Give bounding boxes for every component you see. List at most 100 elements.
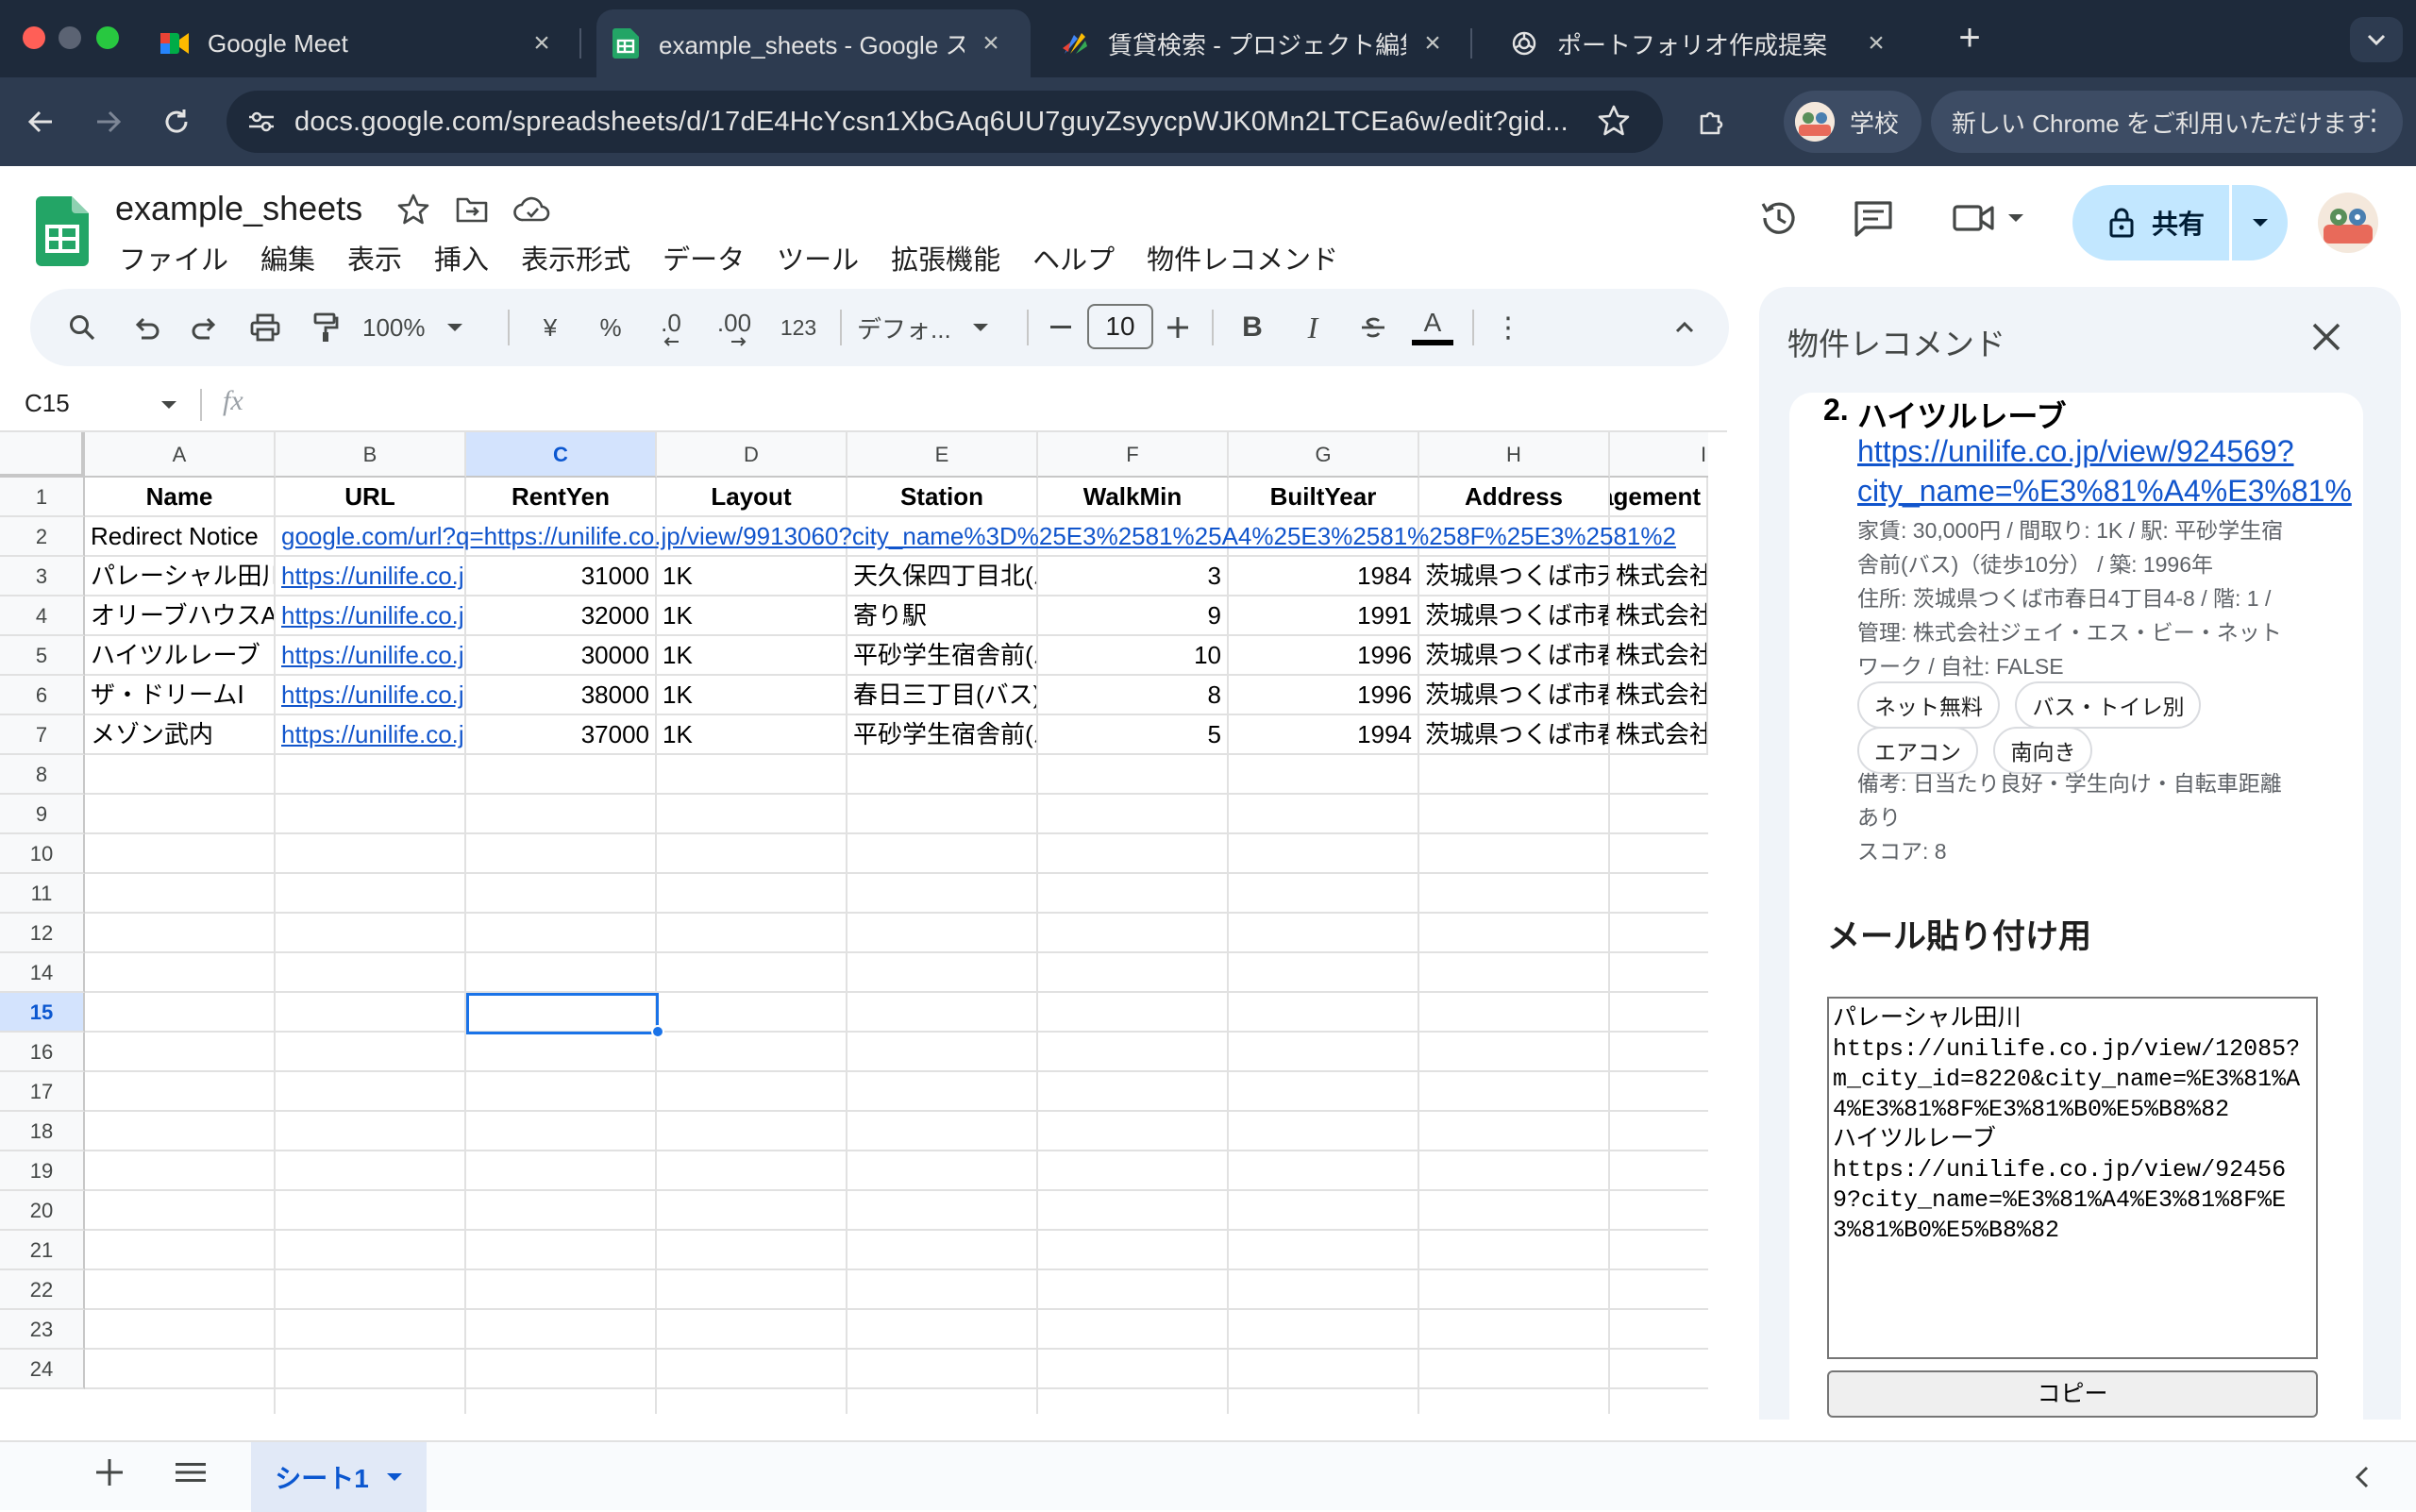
tab-search-button[interactable] (2350, 17, 2403, 62)
url-text[interactable]: docs.google.com/spreadsheets/d/17dE4HcYc… (294, 107, 1569, 138)
row-header[interactable]: 1 (0, 478, 85, 517)
more-formats-button[interactable]: 123 (770, 304, 827, 351)
decrease-decimal-button[interactable]: .0 (646, 304, 696, 351)
row-header[interactable]: 16 (0, 1033, 85, 1072)
tab-example-sheets[interactable]: example_sheets - Google スプ × (596, 9, 1031, 77)
column-header-g[interactable]: G (1229, 432, 1419, 478)
row-header[interactable]: 4 (0, 596, 85, 636)
tab-rental-search[interactable]: 賃貸検索 - プロジェクト編集者 - × (1061, 9, 1472, 77)
cloud-status-icon[interactable] (513, 194, 551, 225)
profile-button[interactable]: 学校 (1784, 91, 1921, 153)
cell[interactable]: Redirect Notice (85, 517, 276, 557)
more-vert-icon[interactable]: ⋮ (2359, 104, 2388, 138)
column-header-b[interactable]: B (276, 432, 466, 478)
cell-rent[interactable]: 30000 (466, 636, 657, 676)
extensions-button[interactable] (1686, 96, 1736, 147)
bold-button[interactable]: B (1229, 304, 1276, 351)
share-options-dropdown[interactable] (2229, 185, 2288, 260)
cell-builtyear[interactable]: 1984 (1229, 557, 1419, 596)
cell-rent[interactable]: 37000 (466, 715, 657, 755)
cell-header[interactable]: Management (1610, 478, 1708, 517)
row-header[interactable]: 18 (0, 1112, 85, 1151)
cell-layout[interactable]: 1K (657, 596, 847, 636)
cell-name[interactable]: メゾン武内 (85, 715, 276, 755)
cell-address[interactable]: 茨城県つくば市天久保 (1419, 557, 1610, 596)
version-history-icon[interactable] (1757, 196, 1801, 240)
cell-header[interactable]: WalkMin (1038, 478, 1229, 517)
row-header[interactable]: 3 (0, 557, 85, 596)
cell-station[interactable]: 寄り駅 (847, 596, 1038, 636)
menu-data[interactable]: データ (663, 238, 745, 277)
cell-station[interactable]: 春日三丁目(バス) (847, 676, 1038, 715)
cell-rent[interactable]: 31000 (466, 557, 657, 596)
more-vert-icon[interactable]: ⋮ (1489, 304, 1527, 351)
font-size-input[interactable]: 10 (1087, 304, 1153, 349)
close-icon[interactable] (2310, 321, 2342, 353)
row-header[interactable]: 20 (0, 1191, 85, 1231)
menu-tools[interactable]: ツール (777, 238, 859, 277)
cell-header[interactable]: RentYen (466, 478, 657, 517)
row-header[interactable]: 8 (0, 755, 85, 795)
cell-builtyear[interactable]: 1996 (1229, 636, 1419, 676)
new-chrome-available-button[interactable]: 新しい Chrome をご利用いただけます ⋮ (1931, 91, 2403, 153)
cell-name[interactable]: ハイツルレーブ (85, 636, 276, 676)
row-header[interactable]: 6 (0, 676, 85, 715)
add-sheet-icon[interactable] (96, 1459, 123, 1486)
column-header-f[interactable]: F (1038, 432, 1229, 478)
sheets-logo-icon[interactable] (36, 196, 89, 266)
comments-icon[interactable] (1854, 200, 1893, 238)
move-folder-icon[interactable] (455, 194, 489, 225)
cell-layout[interactable]: 1K (657, 715, 847, 755)
column-header-e[interactable]: E (847, 432, 1038, 478)
cell-management[interactable]: 株式会社 (1610, 557, 1708, 596)
zoom-select[interactable]: 100% (362, 304, 485, 351)
cell-layout[interactable]: 1K (657, 557, 847, 596)
formula-input[interactable] (274, 381, 1708, 428)
cell-builtyear[interactable]: 1994 (1229, 715, 1419, 755)
column-header-a[interactable]: A (85, 432, 276, 478)
row-header[interactable]: 19 (0, 1151, 85, 1191)
cell-header[interactable]: Station (847, 478, 1038, 517)
decrease-font-size-button[interactable] (1042, 304, 1080, 351)
expand-sidebar-icon[interactable] (2354, 1465, 2371, 1489)
cell-layout[interactable]: 1K (657, 636, 847, 676)
copy-button[interactable]: コピー (1827, 1370, 2318, 1418)
menu-help[interactable]: ヘルプ (1032, 238, 1115, 277)
row-header[interactable]: 5 (0, 636, 85, 676)
cell-name[interactable]: ザ・ドリームⅠ (85, 676, 276, 715)
row-header[interactable]: 24 (0, 1350, 85, 1389)
tab-portfolio-proposal[interactable]: ポートフォリオ作成提案 × (1510, 9, 1916, 77)
cell-address[interactable]: 茨城県つくば市春日 (1419, 715, 1610, 755)
cell-name[interactable]: パレーシャル田川 (85, 557, 276, 596)
cell-address[interactable]: 茨城県つくば市春日 (1419, 636, 1610, 676)
select-all-corner[interactable] (0, 432, 85, 478)
strikethrough-icon[interactable] (1350, 304, 1397, 351)
cell-management[interactable]: 株式会社 (1610, 636, 1708, 676)
cell-management[interactable]: 株式会社 (1610, 596, 1708, 636)
minimize-window-button[interactable] (59, 26, 81, 49)
close-window-button[interactable] (23, 26, 45, 49)
cell-walkmin[interactable]: 9 (1038, 596, 1229, 636)
cell-name[interactable]: オリーブハウスA (85, 596, 276, 636)
row-header[interactable]: 23 (0, 1310, 85, 1350)
row-header[interactable]: 22 (0, 1270, 85, 1310)
cell-management[interactable]: 株式会社 (1610, 676, 1708, 715)
print-icon[interactable] (242, 304, 289, 351)
cell-header[interactable]: Address (1419, 478, 1610, 517)
all-sheets-icon[interactable] (176, 1461, 206, 1484)
close-tab-icon[interactable]: × (528, 29, 555, 58)
cell-link[interactable]: google.com/url?q=https://unilife.co.jp/v… (276, 517, 1708, 557)
new-tab-button[interactable]: + (1948, 17, 1991, 60)
caret-down-icon[interactable] (160, 400, 177, 410)
cell-rent[interactable]: 32000 (466, 596, 657, 636)
cell-station[interactable]: 平砂学生宿舎前(バス) (847, 636, 1038, 676)
menu-insert[interactable]: 挿入 (434, 238, 489, 277)
row-header-selected[interactable]: 15 (0, 993, 85, 1033)
cell-walkmin[interactable]: 8 (1038, 676, 1229, 715)
column-header-c[interactable]: C (466, 432, 657, 478)
reload-button[interactable] (151, 96, 202, 147)
document-title[interactable]: example_sheets (115, 189, 362, 228)
row-header[interactable]: 17 (0, 1072, 85, 1112)
column-header-i[interactable]: I (1610, 432, 1708, 478)
cell-builtyear[interactable]: 1991 (1229, 596, 1419, 636)
